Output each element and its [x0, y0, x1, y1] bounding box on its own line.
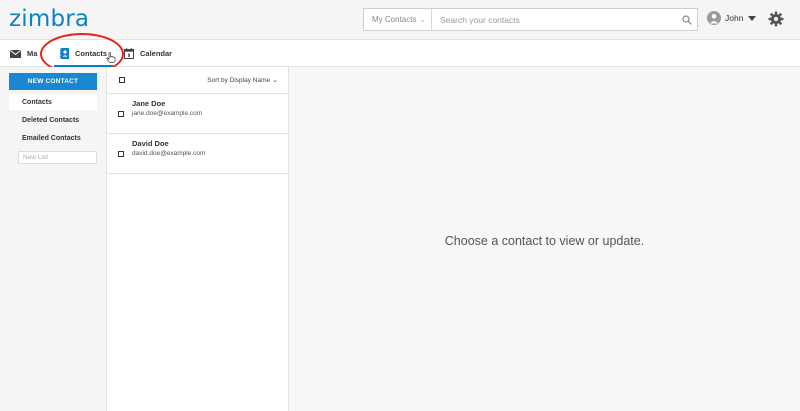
tab-contacts[interactable]: Contacts: [54, 40, 114, 67]
new-list-input[interactable]: [18, 151, 97, 164]
zimbra-logo[interactable]: zimbra: [9, 6, 89, 32]
caret-down-icon: [748, 15, 757, 21]
search-scope-label: My Contacts: [372, 15, 417, 24]
select-all-checkbox[interactable]: [119, 77, 125, 83]
list-header: Sort by Display Name ⌄: [107, 67, 288, 94]
sidebar-item-contacts[interactable]: Contacts: [9, 94, 97, 110]
mail-icon: [10, 49, 21, 58]
sidebar-item-deleted-contacts[interactable]: Deleted Contacts: [9, 112, 97, 128]
tab-mail-label: Ma: [27, 49, 38, 58]
chevron-down-icon: ⌄: [419, 16, 426, 24]
tab-calendar[interactable]: Calendar: [124, 40, 172, 67]
new-contact-button[interactable]: NEW CONTACT: [9, 73, 97, 90]
contact-checkbox[interactable]: [118, 111, 124, 117]
contacts-book-icon: [60, 48, 69, 59]
sort-dropdown[interactable]: Sort by Display Name ⌄: [207, 76, 278, 85]
calendar-icon: [124, 48, 134, 59]
user-menu[interactable]: John: [707, 11, 757, 25]
list-item[interactable]: Jane Doe jane.doe@example.com: [107, 94, 288, 134]
contact-name: David Doe: [132, 139, 169, 148]
contact-checkbox[interactable]: [118, 151, 124, 157]
tab-mail[interactable]: Ma: [10, 40, 37, 67]
search-input[interactable]: [432, 9, 677, 30]
contacts-sidebar: NEW CONTACT Contacts Deleted Contacts Em…: [0, 67, 107, 411]
search-bar: My Contacts ⌄: [363, 8, 698, 31]
hand-cursor-icon: [106, 50, 116, 68]
search-icon[interactable]: [677, 14, 697, 25]
sidebar-item-emailed-contacts[interactable]: Emailed Contacts: [9, 130, 97, 146]
empty-state-message: Choose a contact to view or update.: [444, 234, 645, 248]
contact-email: jane.doe@example.com: [132, 110, 203, 117]
contact-list-pane: Sort by Display Name ⌄ Jane Doe jane.doe…: [107, 67, 289, 411]
contact-email: david.doe@example.com: [132, 150, 206, 157]
avatar-icon: [707, 11, 721, 25]
contact-name: Jane Doe: [132, 99, 166, 108]
contact-detail-pane: Choose a contact to view or update.: [289, 67, 800, 411]
app-tab-bar: Ma Contacts Calendar: [0, 40, 800, 67]
tab-contacts-label: Contacts: [75, 49, 108, 58]
chevron-down-icon: ⌄: [272, 77, 278, 84]
gear-icon[interactable]: [768, 11, 784, 27]
sort-label: Sort by Display Name: [207, 76, 271, 84]
tab-calendar-label: Calendar: [140, 49, 173, 58]
user-name: John: [725, 13, 744, 23]
top-header: zimbra My Contacts ⌄ John: [0, 0, 800, 40]
list-item[interactable]: David Doe david.doe@example.com: [107, 134, 288, 174]
search-scope-dropdown[interactable]: My Contacts ⌄: [364, 9, 432, 30]
